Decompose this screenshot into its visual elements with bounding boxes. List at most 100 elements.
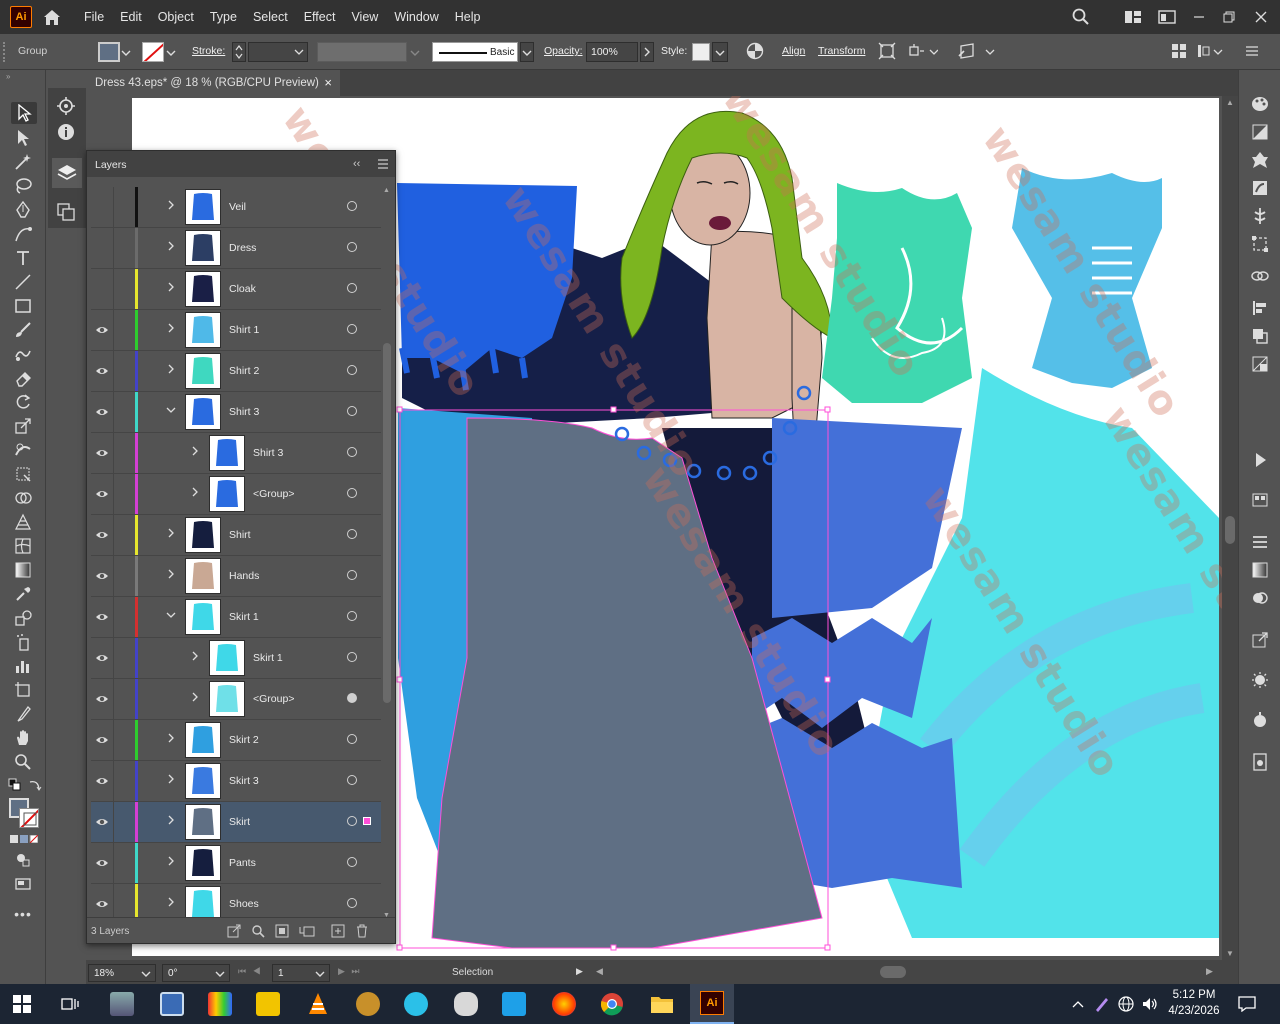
make-clipping-mask-icon[interactable] (275, 924, 289, 941)
layer-row[interactable]: Cloak (91, 269, 381, 310)
chevron-right-icon[interactable] (189, 446, 201, 460)
target-circle-icon[interactable] (347, 570, 357, 580)
column-graph-tool-icon[interactable] (12, 656, 34, 676)
document-tab[interactable]: Dress 43.eps* @ 18 % (RGB/CPU Preview) × (86, 70, 340, 96)
swap-colors-icon[interactable] (28, 778, 42, 792)
visibility-eye-icon[interactable] (95, 733, 109, 747)
visibility-eye-icon[interactable] (95, 692, 109, 706)
control-menu-icon[interactable] (1244, 42, 1264, 64)
chevron-down-icon[interactable] (165, 405, 177, 419)
transform-label[interactable]: Transform (818, 45, 865, 57)
curvature-tool-icon[interactable] (12, 224, 34, 244)
visibility-eye-icon[interactable] (95, 241, 109, 255)
layer-name[interactable]: Skirt 1 (253, 652, 283, 664)
collect-for-export-icon[interactable] (227, 924, 241, 941)
stroke-color-box[interactable] (19, 808, 39, 828)
layer-row[interactable]: Shirt 2 (91, 351, 381, 392)
chevron-right-icon[interactable] (165, 856, 177, 870)
taskbar-chrome-icon[interactable] (594, 988, 630, 1020)
lock-toggle[interactable] (113, 597, 133, 637)
target-circle-icon[interactable] (347, 447, 357, 457)
taskbar-app-studio-icon[interactable] (202, 988, 238, 1020)
target-circle-icon[interactable] (347, 611, 357, 621)
asset-export-icon[interactable] (1249, 630, 1271, 650)
network-icon[interactable] (1114, 988, 1138, 1020)
stroke-swatch[interactable] (142, 42, 164, 62)
layer-row[interactable]: Shirt 1 (91, 310, 381, 351)
layer-row[interactable]: Skirt 3 (91, 761, 381, 802)
target-circle-icon[interactable] (347, 775, 357, 785)
volume-icon[interactable] (1138, 988, 1162, 1020)
layer-name[interactable]: Skirt 1 (229, 611, 259, 623)
layer-name[interactable]: Hands (229, 570, 259, 582)
layer-row[interactable]: Pants (91, 843, 381, 884)
layer-name[interactable]: <Group> (253, 488, 294, 500)
scroll-left-icon[interactable]: ◀ (596, 966, 603, 977)
vertical-scroll-thumb[interactable] (1225, 516, 1235, 544)
taskbar-app-player-icon[interactable] (250, 988, 286, 1020)
layer-name[interactable]: Shoes (229, 898, 259, 910)
perspective-grid-tool-icon[interactable] (12, 512, 34, 532)
appearance-panel-icon[interactable] (1249, 326, 1271, 346)
show-hidden-icons-icon[interactable] (1066, 988, 1090, 1020)
close-window-icon[interactable] (1250, 6, 1272, 28)
fill-swatch[interactable] (98, 42, 120, 62)
character-panel-icon[interactable] (1249, 532, 1271, 552)
taskbar-illustrator-icon[interactable]: Ai (690, 984, 734, 1024)
mesh-tool-icon[interactable] (12, 536, 34, 556)
horizontal-scroll-thumb[interactable] (880, 966, 906, 978)
warp-tool-icon[interactable] (12, 440, 34, 460)
profile-dropdown-icon[interactable] (410, 48, 422, 58)
free-transform-tool-icon[interactable] (12, 464, 34, 484)
layer-row[interactable]: Skirt 1 (91, 638, 381, 679)
locate-object-icon[interactable] (251, 924, 265, 941)
chevron-right-icon[interactable] (165, 733, 177, 747)
artboard-navigation-next[interactable]: ▶ ⏭ (338, 966, 362, 977)
layers-scrollbar[interactable]: ▲ ▼ (381, 187, 393, 919)
brush-definition[interactable]: Basic (432, 42, 518, 62)
visibility-eye-icon[interactable] (95, 528, 109, 542)
transparency-panel-icon[interactable] (1249, 588, 1271, 608)
graphic-styles-icon[interactable] (1249, 354, 1271, 374)
lasso-tool-icon[interactable] (12, 176, 34, 196)
status-menu-icon[interactable]: ▶ (576, 966, 583, 977)
menu-window[interactable]: Window (386, 0, 446, 34)
layer-row[interactable]: Shirt 3 (91, 392, 381, 433)
artboard-navigation-prev[interactable]: ⏮ ◀ (238, 966, 263, 977)
chevron-down-icon[interactable] (165, 610, 177, 624)
menu-type[interactable]: Type (202, 0, 245, 34)
menu-help[interactable]: Help (447, 0, 489, 34)
direct-selection-tool-icon[interactable] (12, 128, 34, 148)
layer-row[interactable]: Skirt (91, 802, 381, 843)
shape-builder-tool-icon[interactable] (12, 488, 34, 508)
panel-menu-icon[interactable] (377, 159, 389, 169)
layer-name[interactable]: <Group> (253, 693, 294, 705)
pen-tool-icon[interactable] (12, 200, 34, 220)
windows-start-icon[interactable] (4, 988, 40, 1020)
stroke-label[interactable]: Stroke: (192, 45, 225, 57)
layer-name[interactable]: Shirt 2 (229, 365, 259, 377)
chevron-right-icon[interactable] (165, 241, 177, 255)
taskbar-file-explorer-icon[interactable] (644, 988, 680, 1020)
scroll-right-icon[interactable]: ▶ (1206, 966, 1213, 977)
menu-view[interactable]: View (343, 0, 386, 34)
visibility-eye-icon[interactable] (95, 774, 109, 788)
arrange-documents-icon[interactable] (1122, 6, 1144, 28)
visibility-eye-icon[interactable] (95, 487, 109, 501)
target-circle-icon[interactable] (347, 734, 357, 744)
brushes-panel-icon[interactable] (1249, 178, 1271, 198)
artboards-panel-icon[interactable] (56, 202, 78, 222)
layer-name[interactable]: Cloak (229, 283, 256, 295)
visibility-eye-icon[interactable] (95, 364, 109, 378)
chevron-right-icon[interactable] (189, 651, 201, 665)
lock-toggle[interactable] (113, 761, 133, 801)
lock-toggle[interactable] (113, 638, 133, 678)
stroke-weight-input[interactable] (248, 42, 308, 62)
collapse-panel-icon[interactable]: ‹‹ (353, 158, 360, 170)
libraries-panel-icon[interactable] (1249, 490, 1271, 510)
gradient-tool-icon[interactable] (12, 560, 34, 580)
target-circle-icon[interactable] (347, 652, 357, 662)
transform-panel-icon[interactable] (1249, 234, 1271, 254)
visibility-eye-icon[interactable] (95, 897, 109, 911)
variable-width-profile[interactable] (317, 42, 407, 62)
